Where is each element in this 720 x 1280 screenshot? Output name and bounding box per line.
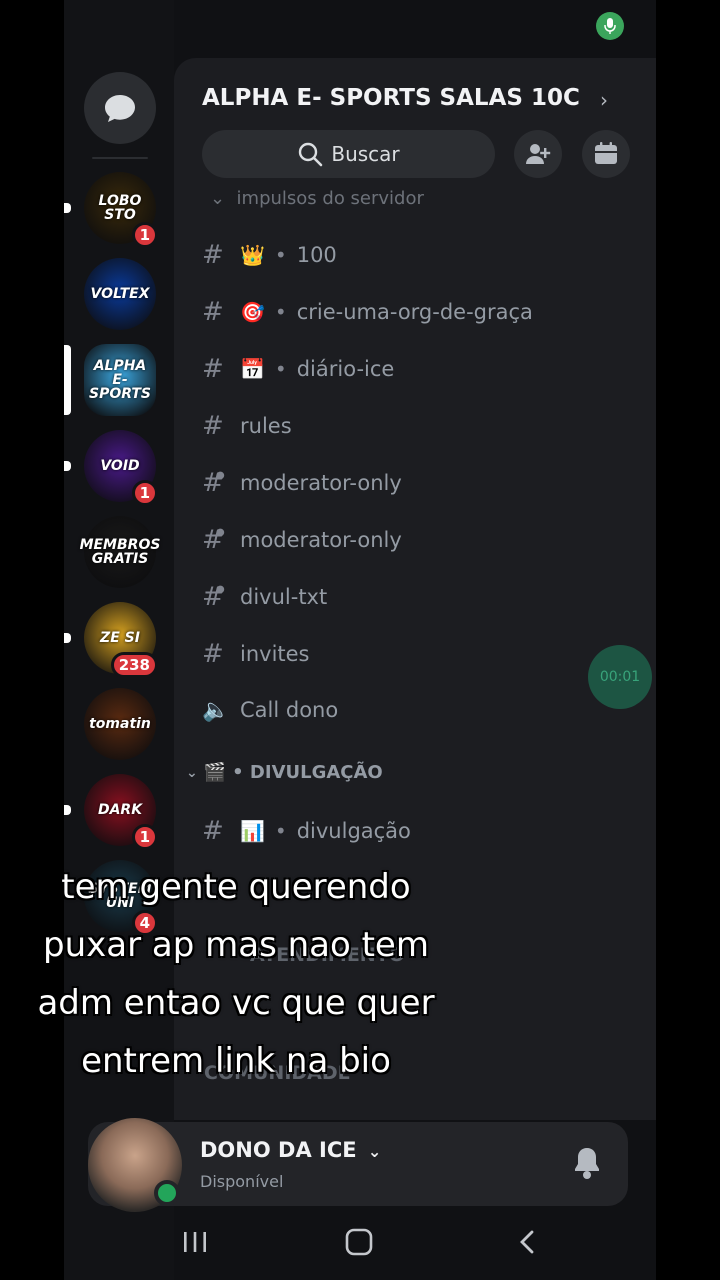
voice-channel-name: Call dono: [240, 698, 339, 722]
locked-hashtag-icon: # ●: [202, 582, 225, 612]
add-user-icon: [526, 144, 551, 164]
call-timer-bubble[interactable]: 00:01: [588, 645, 652, 709]
channel-row[interactable]: # ● divul-txt: [202, 577, 327, 617]
online-status-dot: [154, 1180, 180, 1206]
channel-name: 100: [296, 243, 337, 267]
server-label: LOBO STO: [98, 193, 142, 223]
server-label: VOLTEX: [90, 286, 150, 302]
channel-name: moderator-only: [240, 528, 402, 552]
selected-server-pill: [64, 345, 71, 415]
channel-row[interactable]: # 📅 • diário-ice: [202, 349, 394, 389]
channel-row[interactable]: # ● moderator-only: [202, 463, 402, 503]
channel-row[interactable]: # ● moderator-only: [202, 520, 402, 560]
server-list-separator: [92, 157, 148, 159]
channel-row[interactable]: # invites: [202, 634, 310, 674]
hashtag-icon: #: [202, 354, 224, 384]
channel-emoji: 📊: [240, 819, 265, 843]
chevron-down-icon: ⌄: [367, 1142, 382, 1161]
unread-pill: [64, 461, 71, 471]
video-caption: tem gente querendo puxar ap mas nao tem …: [37, 867, 435, 1081]
user-status: Disponível: [200, 1172, 284, 1191]
direct-messages-button[interactable]: [84, 72, 156, 144]
recents-icon: [184, 1232, 206, 1252]
server-title[interactable]: ALPHA E- SPORTS SALAS 10C: [202, 85, 580, 111]
channel-emoji: 🎯: [240, 300, 265, 324]
channel-divulgacao[interactable]: # 📊 • divulgação: [202, 811, 411, 851]
server-icon[interactable]: DARK 1: [84, 774, 158, 850]
back-button[interactable]: [512, 1222, 542, 1262]
channel-dot: •: [274, 819, 287, 843]
channel-dot: •: [274, 300, 287, 324]
server-label: ALPHA E-SPORTS: [88, 358, 152, 402]
mic-active-indicator: [596, 12, 624, 40]
server-icon[interactable]: ALPHA E-SPORTS: [84, 344, 156, 416]
server-icon[interactable]: VOLTEX: [84, 258, 156, 330]
unread-pill: [64, 203, 71, 213]
hashtag-icon: #: [202, 639, 224, 669]
locked-hashtag-icon: # ●: [202, 468, 225, 498]
server-icon[interactable]: VOID 1: [84, 430, 158, 506]
calendar-icon: [595, 142, 617, 164]
voice-channel-call-dono[interactable]: 🔈 Call dono: [202, 690, 338, 730]
server-label: tomatin: [89, 716, 151, 732]
channel-row[interactable]: # 👑 • 100: [202, 235, 337, 275]
hashtag-icon: #: [202, 411, 224, 441]
channel-name: divulgação: [296, 819, 411, 843]
mention-badge: 1: [131, 480, 158, 506]
chevron-right-icon[interactable]: ›: [600, 88, 608, 112]
category-divulgacao[interactable]: ⌄ 🎬 • DIVULGAÇÃO: [186, 762, 383, 783]
search-label: Buscar: [331, 142, 400, 166]
server-icon[interactable]: LOBO STO 1: [84, 172, 158, 248]
channel-name: diário-ice: [296, 357, 395, 381]
channel-name: crie-uma-org-de-graça: [296, 300, 533, 324]
category-emoji: 🎬: [203, 762, 227, 783]
server-icon[interactable]: tomatin: [84, 688, 156, 760]
category-name: • DIVULGAÇÃO: [232, 762, 383, 783]
unread-pill: [64, 633, 71, 643]
unread-pill: [64, 805, 71, 815]
channel-name: rules: [240, 414, 292, 438]
server-label: MEMBROS GRATIS: [79, 537, 161, 567]
speaker-icon: 🔈: [202, 697, 230, 723]
server-label: DARK: [97, 802, 143, 818]
server-icon[interactable]: ZE SI 238: [84, 602, 158, 678]
lock-icon: ●: [216, 584, 225, 595]
server-label: ZE SI: [100, 630, 140, 646]
invite-members-button[interactable]: [514, 130, 562, 178]
lock-icon: ●: [216, 527, 225, 538]
lock-icon: ●: [216, 470, 225, 481]
channel-emoji: 👑: [240, 243, 265, 267]
chevron-down-icon: ⌄: [186, 764, 198, 781]
hashtag-icon: #: [202, 297, 224, 327]
home-square-icon: [345, 1228, 373, 1256]
hidden-boost-row[interactable]: ⌄ impulsos do servidor: [210, 188, 424, 209]
channel-name: invites: [240, 642, 310, 666]
bell-icon[interactable]: [572, 1146, 602, 1180]
locked-hashtag-icon: # ●: [202, 525, 225, 555]
server-label: VOID: [100, 458, 140, 474]
mention-badge: 1: [131, 222, 158, 248]
channel-row[interactable]: # rules: [202, 406, 292, 446]
hashtag-icon: #: [202, 816, 224, 846]
channel-name: moderator-only: [240, 471, 402, 495]
channel-dot: •: [274, 243, 287, 267]
home-button[interactable]: [344, 1222, 374, 1262]
recent-apps-button[interactable]: [180, 1222, 210, 1262]
hashtag-icon: #: [202, 240, 224, 270]
search-icon: [299, 142, 323, 167]
back-chevron-icon: [520, 1230, 534, 1254]
username[interactable]: DONO DA ICE ⌄: [200, 1138, 381, 1162]
server-icon[interactable]: MEMBROS GRATIS: [80, 516, 160, 588]
channel-emoji: 📅: [240, 357, 265, 381]
channel-row[interactable]: # 🎯 • crie-uma-org-de-graça: [202, 292, 533, 332]
microphone-icon: [604, 18, 616, 34]
mention-badge: 238: [110, 652, 158, 678]
events-button[interactable]: [582, 130, 630, 178]
mention-badge: 1: [131, 824, 158, 850]
channel-name: divul-txt: [240, 585, 328, 609]
channel-dot: •: [274, 357, 287, 381]
search-button[interactable]: Buscar: [202, 130, 495, 178]
chat-bubble-icon: [105, 95, 135, 122]
